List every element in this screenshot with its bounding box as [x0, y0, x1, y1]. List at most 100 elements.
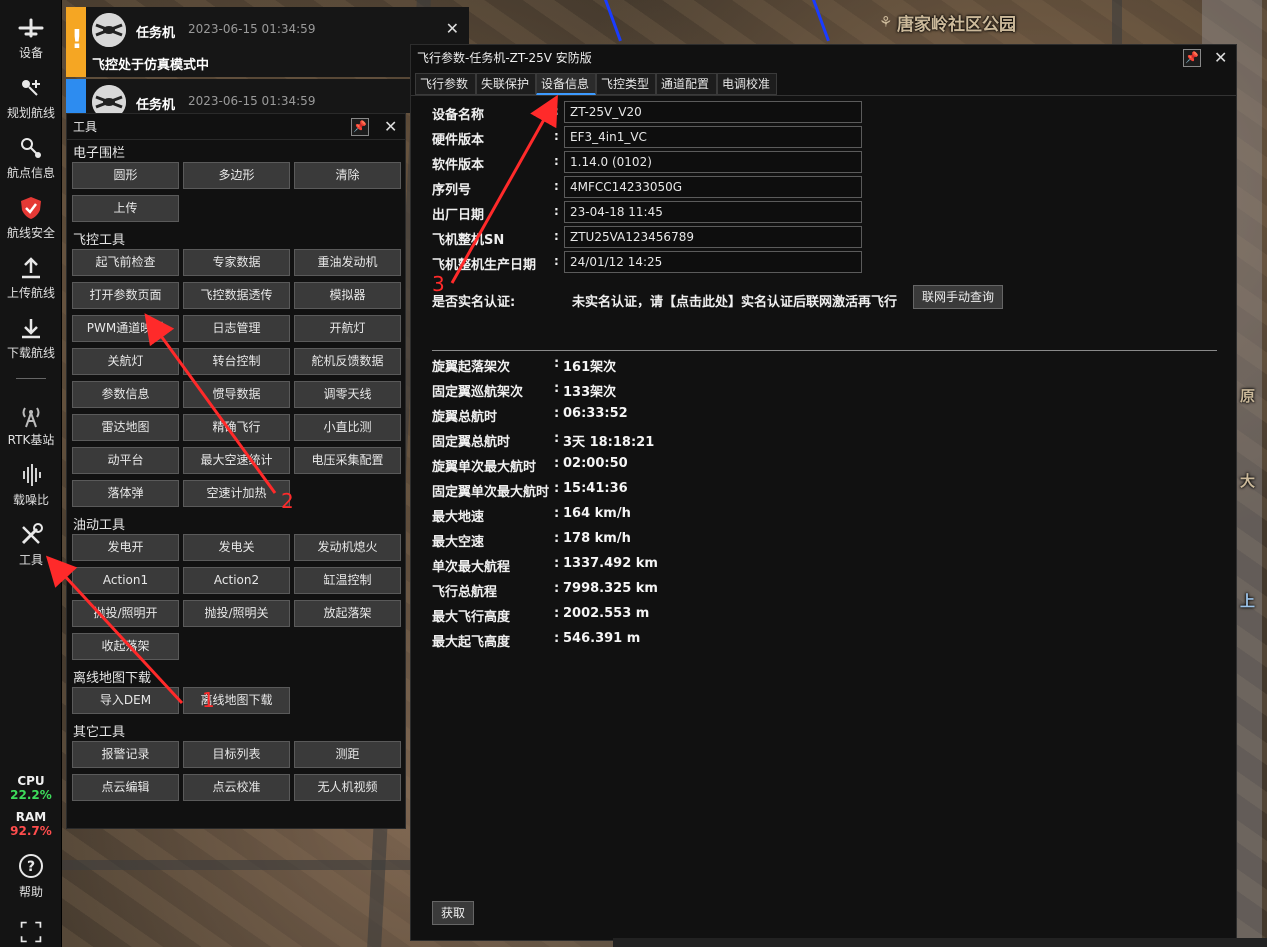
sidebar-item-device[interactable]: 设备	[0, 14, 62, 61]
field-colon: :	[554, 104, 559, 118]
stat-colon: :	[554, 581, 560, 596]
pin-icon[interactable]: 📌	[1183, 49, 1201, 67]
route-plan-icon	[22, 80, 40, 96]
upload-icon	[22, 257, 40, 279]
tool-button-flight-control-2[interactable]: 重油发动机	[294, 249, 401, 276]
realname-status[interactable]: 未实名认证，请【点击此处】实名认证后联网激活再飞行	[572, 291, 897, 310]
tool-button-fence-2[interactable]: 清除	[294, 162, 401, 189]
sidebar-item-waypoint-info[interactable]: 航点信息	[0, 134, 62, 181]
tool-button-flight-control-16[interactable]: 精确飞行	[183, 414, 290, 441]
tool-button-flight-control-15[interactable]: 雷达地图	[72, 414, 179, 441]
tool-button-flight-control-1[interactable]: 专家数据	[183, 249, 290, 276]
tool-button-fuel-8[interactable]: 放起落架	[294, 600, 401, 627]
tool-button-flight-control-4[interactable]: 飞控数据透传	[183, 282, 290, 309]
tool-button-flight-control-0[interactable]: 起飞前检查	[72, 249, 179, 276]
avatar	[92, 13, 126, 47]
tool-button-other-3[interactable]: 点云编辑	[72, 774, 179, 801]
tool-button-fuel-6[interactable]: 抛投/照明开	[72, 600, 179, 627]
tool-button-flight-control-10[interactable]: 转台控制	[183, 348, 290, 375]
sidebar-item-label: 设备	[18, 46, 43, 60]
tool-button-flight-control-3[interactable]: 打开参数页面	[72, 282, 179, 309]
field-value-input[interactable]: 23-04-18 11:45	[564, 201, 862, 223]
tool-button-flight-control-19[interactable]: 最大空速统计	[183, 447, 290, 474]
field-value-input[interactable]: ZTU25VA123456789	[564, 226, 862, 248]
tool-button-other-4[interactable]: 点云校准	[183, 774, 290, 801]
tool-button-other-0[interactable]: 报警记录	[72, 741, 179, 768]
stat-value: 15:41:36	[563, 481, 628, 496]
tool-button-flight-control-13[interactable]: 惯导数据	[183, 381, 290, 408]
tool-button-flight-control-20[interactable]: 电压采集配置	[294, 447, 401, 474]
field-value-input[interactable]: EF3_4in1_VC	[564, 126, 862, 148]
tool-button-flight-control-11[interactable]: 舵机反馈数据	[294, 348, 401, 375]
stat-value: 1337.492 km	[563, 556, 658, 571]
notification-warning[interactable]: ! 任务机 2023-06-15 01:34:59 飞控处于仿真模式中 ✕	[66, 7, 469, 77]
pin-icon[interactable]: 📌	[351, 118, 369, 136]
field-value-input[interactable]: 4MFCC14233050G	[564, 176, 862, 198]
tool-button-fuel-1[interactable]: 发电关	[183, 534, 290, 561]
stat-value: 178 km/h	[563, 531, 631, 546]
field-colon: :	[554, 254, 559, 268]
online-query-button[interactable]: 联网手动查询	[913, 285, 1003, 309]
sidebar-item-upload-route[interactable]: 上传航线	[0, 254, 62, 301]
tab-lost-link[interactable]: 失联保护	[476, 73, 536, 95]
tool-button-fuel-5[interactable]: 缸温控制	[294, 567, 401, 594]
sidebar-item-download-route[interactable]: 下载航线	[0, 314, 62, 361]
field-value-input[interactable]: 24/01/12 14:25	[564, 251, 862, 273]
tool-button-fuel-0[interactable]: 发电开	[72, 534, 179, 561]
tool-button-flight-control-21[interactable]: 落体弹	[72, 480, 179, 507]
tool-button-flight-control-18[interactable]: 动平台	[72, 447, 179, 474]
tab-channel-config[interactable]: 通道配置	[656, 73, 717, 95]
tool-button-fuel-4[interactable]: Action2	[183, 567, 290, 594]
stat-colon: :	[554, 531, 560, 546]
tool-button-flight-control-8[interactable]: 开航灯	[294, 315, 401, 342]
sidebar-item-plan-route[interactable]: 规划航线	[0, 74, 62, 121]
fullscreen-button[interactable]	[0, 920, 62, 946]
tool-button-offline-map-0[interactable]: 导入DEM	[72, 687, 179, 714]
stat-value: 133架次	[563, 385, 617, 400]
tab-fc-type[interactable]: 飞控类型	[596, 73, 656, 95]
notification-info[interactable]: 任务机 2023-06-15 01:34:59	[66, 79, 469, 113]
tool-button-other-1[interactable]: 目标列表	[183, 741, 290, 768]
tool-button-flight-control-5[interactable]: 模拟器	[294, 282, 401, 309]
sidebar-item-rtk-base[interactable]: RTK基站	[0, 401, 62, 448]
close-icon[interactable]: ✕	[384, 114, 397, 140]
sidebar-item-snr[interactable]: 载噪比	[0, 461, 62, 508]
tool-button-fuel-2[interactable]: 发动机熄火	[294, 534, 401, 561]
tool-button-fence-1[interactable]: 多边形	[183, 162, 290, 189]
cpu-label: CPU	[17, 774, 45, 788]
tab-device-info[interactable]: 设备信息	[536, 73, 596, 95]
tool-button-fence-3[interactable]: 上传	[72, 195, 179, 222]
field-label: 硬件版本	[432, 133, 485, 148]
sidebar-item-tools[interactable]: 工具	[0, 521, 62, 568]
tab-flight-params[interactable]: 飞行参数	[415, 73, 476, 95]
close-icon[interactable]: ✕	[446, 19, 459, 38]
tool-button-fuel-3[interactable]: Action1	[72, 567, 179, 594]
tool-button-fence-0[interactable]: 圆形	[72, 162, 179, 189]
fetch-button[interactable]: 获取	[432, 901, 474, 925]
tool-button-flight-control-14[interactable]: 调零天线	[294, 381, 401, 408]
annotation-number-3: 3	[432, 272, 445, 296]
tool-button-other-5[interactable]: 无人机视频	[294, 774, 401, 801]
params-window-title: 飞行参数-任务机-ZT-25V 安防版	[417, 51, 592, 65]
close-icon[interactable]: ✕	[1214, 45, 1227, 71]
field-value-input[interactable]: 1.14.0 (0102)	[564, 151, 862, 173]
tool-button-fuel-9[interactable]: 收起落架	[72, 633, 179, 660]
sidebar-item-route-safety[interactable]: 航线安全	[0, 194, 62, 241]
tool-button-flight-control-7[interactable]: 日志管理	[183, 315, 290, 342]
tool-button-offline-map-1[interactable]: 离线地图下载	[183, 687, 290, 714]
tool-button-flight-control-6[interactable]: PWM通道映射	[72, 315, 179, 342]
tool-button-fuel-7[interactable]: 抛投/照明关	[183, 600, 290, 627]
section-title-other: 其它工具	[73, 725, 126, 740]
tab-esc-calibration[interactable]: 电调校准	[717, 73, 777, 95]
help-icon: ?	[19, 854, 43, 878]
tool-button-flight-control-12[interactable]: 参数信息	[72, 381, 179, 408]
field-value-input[interactable]: ZT-25V_V20	[564, 101, 862, 123]
sidebar-item-help[interactable]: ? 帮助	[0, 853, 62, 900]
tool-button-other-2[interactable]: 测距	[294, 741, 401, 768]
stat-label: 固定翼总航时	[432, 435, 511, 450]
tool-button-flight-control-17[interactable]: 小直比测	[294, 414, 401, 441]
notification-sender: 任务机	[136, 26, 176, 41]
tool-button-flight-control-9[interactable]: 关航灯	[72, 348, 179, 375]
map-label-park: 唐家岭社区公园	[897, 15, 1016, 35]
tool-button-flight-control-22[interactable]: 空速计加热	[183, 480, 290, 507]
